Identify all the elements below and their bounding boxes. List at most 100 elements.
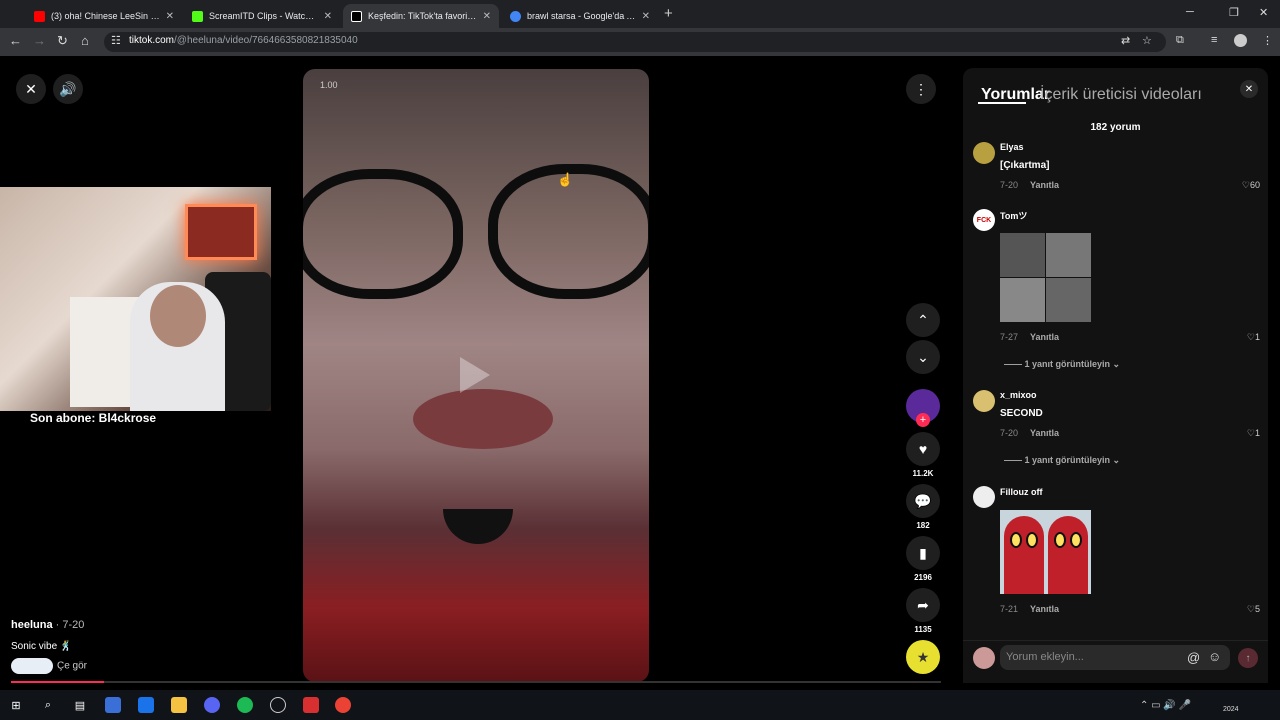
close-tab-icon[interactable]: ✕ bbox=[642, 11, 650, 22]
comment-sticker-image[interactable] bbox=[1000, 510, 1091, 594]
author-name[interactable]: heeluna bbox=[11, 619, 53, 631]
next-video-button[interactable]: ⌄ bbox=[906, 340, 940, 374]
close-tab-icon[interactable]: ✕ bbox=[166, 11, 174, 22]
comment-like-count: 5 bbox=[1254, 604, 1260, 614]
reply-button[interactable]: Yanıtla bbox=[1030, 332, 1059, 342]
comment-sticker-image[interactable] bbox=[1000, 233, 1091, 322]
commenter-avatar[interactable]: FCK bbox=[973, 209, 995, 231]
volume-button[interactable]: 🔊 bbox=[53, 74, 83, 104]
url-host: tiktok.com bbox=[129, 35, 175, 46]
discord-icon[interactable] bbox=[204, 697, 220, 713]
browser-tab-bar: (3) oha! Chinese LeeSin Vs. Tur ✕ Scream… bbox=[0, 0, 1280, 28]
save-button[interactable]: ▮ bbox=[906, 536, 940, 570]
streaming-app-icon[interactable] bbox=[303, 697, 319, 713]
tab-creator-videos[interactable]: İçerik üreticisi videoları bbox=[1040, 86, 1202, 104]
comment-icon: 💬 bbox=[914, 492, 932, 509]
new-tab-icon[interactable]: + bbox=[664, 5, 673, 22]
share-count: 1135 bbox=[914, 625, 932, 634]
comment-like[interactable]: ♡60 bbox=[1236, 180, 1260, 191]
mention-icon[interactable]: @ bbox=[1187, 650, 1200, 665]
replies-label: 1 yanıt görüntüleyin bbox=[1024, 359, 1111, 369]
share-button[interactable]: ➦ bbox=[906, 588, 940, 622]
translate-icon[interactable]: ⇄ bbox=[1121, 34, 1130, 47]
comment-username[interactable]: Elyas bbox=[1000, 142, 1024, 152]
browser-tab[interactable]: ScreamITD Clips - Watch Live o ✕ bbox=[184, 4, 340, 28]
comment-like[interactable]: ♡5 bbox=[1236, 604, 1260, 615]
webcam-overlay bbox=[0, 187, 271, 411]
steam-icon[interactable] bbox=[270, 697, 286, 713]
sound-disc[interactable]: ★ bbox=[906, 640, 940, 674]
spotify-icon[interactable] bbox=[237, 697, 253, 713]
heart-outline-icon: ♡ bbox=[1246, 428, 1255, 438]
more-options-button[interactable]: ⋮ bbox=[906, 74, 936, 104]
reload-icon[interactable]: ↻ bbox=[57, 33, 68, 49]
video-author[interactable]: heeluna · 7-20 bbox=[11, 619, 84, 631]
system-tray[interactable]: ⌃ ▭ 🔊 🎤 bbox=[1140, 700, 1191, 711]
comment-like[interactable]: ♡1 bbox=[1236, 428, 1260, 439]
app-icon[interactable] bbox=[105, 697, 121, 713]
reply-button[interactable]: Yanıtla bbox=[1030, 604, 1059, 614]
menu-icon[interactable]: ⋮ bbox=[1262, 34, 1273, 47]
browser-tab-active[interactable]: Keşfedin: TikTok'ta favori video ✕ bbox=[343, 4, 499, 28]
back-icon[interactable]: ← bbox=[9, 33, 22, 48]
reply-button[interactable]: Yanıtla bbox=[1030, 428, 1059, 438]
like-button[interactable]: ♥ bbox=[906, 432, 940, 466]
see-more-button[interactable]: Çe gör bbox=[11, 658, 87, 674]
restore-icon[interactable]: ❐ bbox=[1229, 6, 1239, 19]
minimize-icon[interactable]: ─ bbox=[1186, 6, 1194, 18]
commenter-avatar[interactable] bbox=[973, 486, 995, 508]
browser-tab[interactable]: (3) oha! Chinese LeeSin Vs. Tur ✕ bbox=[26, 4, 182, 28]
video-progress-bar[interactable] bbox=[11, 681, 941, 683]
comment-text: SECOND bbox=[1000, 408, 1043, 419]
profile-avatar[interactable] bbox=[1234, 34, 1247, 47]
chevron-down-icon: ⌄ bbox=[1112, 359, 1121, 369]
comment-username[interactable]: x_mixoo bbox=[1000, 390, 1037, 400]
reply-button[interactable]: Yanıtla bbox=[1030, 180, 1059, 190]
task-view-icon[interactable]: ▤ bbox=[72, 697, 88, 713]
video-description: Sonic vibe 🕺 bbox=[11, 641, 73, 652]
site-info-icon[interactable]: ☷ bbox=[111, 34, 121, 47]
comment-username[interactable]: Fillouz off bbox=[1000, 487, 1043, 497]
search-icon[interactable]: ⌕ bbox=[40, 697, 56, 713]
playback-speed-label[interactable]: 1.00 bbox=[320, 80, 338, 90]
send-button[interactable]: ↑ bbox=[1238, 648, 1258, 668]
forward-icon[interactable]: → bbox=[33, 33, 46, 48]
file-explorer-icon[interactable] bbox=[171, 697, 187, 713]
mail-icon[interactable] bbox=[138, 697, 154, 713]
url-path: /@heeluna/video/7664663580821835040 bbox=[174, 35, 358, 46]
heart-icon: ♥ bbox=[918, 441, 928, 457]
mask-eye bbox=[1026, 532, 1038, 548]
comment-username[interactable]: Tomツ bbox=[1000, 209, 1027, 222]
tab-title: Keşfedin: TikTok'ta favori video bbox=[368, 11, 477, 21]
play-icon[interactable] bbox=[460, 357, 490, 393]
emoji-icon[interactable]: ☺ bbox=[1208, 649, 1221, 664]
previous-video-button[interactable]: ⌃ bbox=[906, 303, 940, 337]
comment-like-count: 60 bbox=[1249, 180, 1260, 190]
avatar-text: FCK bbox=[976, 216, 992, 224]
home-icon[interactable]: ⌂ bbox=[81, 33, 89, 48]
close-panel-button[interactable]: ✕ bbox=[1240, 80, 1258, 98]
windows-start-icon[interactable]: ⊞ bbox=[8, 697, 24, 713]
media-icon[interactable]: ≡ bbox=[1211, 34, 1217, 46]
active-tab-indicator bbox=[978, 102, 1026, 104]
view-replies-button[interactable]: —— 1 yanıt görüntüleyin ⌄ bbox=[1004, 455, 1120, 466]
bookmark-star-icon[interactable]: ☆ bbox=[1142, 34, 1152, 47]
browser-tab[interactable]: brawl starsa - Google'da Ara ✕ bbox=[502, 4, 658, 28]
chevron-down-icon: ⌄ bbox=[1112, 455, 1121, 465]
close-window-icon[interactable]: ✕ bbox=[1259, 6, 1268, 19]
commenter-avatar[interactable] bbox=[973, 142, 995, 164]
follow-plus-icon[interactable]: + bbox=[916, 413, 930, 427]
chrome-icon[interactable] bbox=[335, 697, 351, 713]
url-text[interactable]: tiktok.com/@heeluna/video/76646635808218… bbox=[129, 35, 358, 46]
close-tab-icon[interactable]: ✕ bbox=[324, 11, 332, 22]
commenter-avatar[interactable] bbox=[973, 390, 995, 412]
close-video-button[interactable]: ✕ bbox=[16, 74, 46, 104]
chevron-down-icon: ⌄ bbox=[917, 348, 929, 365]
view-replies-button[interactable]: —— 1 yanıt görüntüleyin ⌄ bbox=[1004, 359, 1120, 370]
comment-like[interactable]: ♡1 bbox=[1236, 332, 1260, 343]
heart-outline-icon: ♡ bbox=[1246, 604, 1255, 614]
photo-cell bbox=[1000, 278, 1045, 322]
close-tab-icon[interactable]: ✕ bbox=[483, 11, 491, 22]
extensions-icon[interactable]: ⧉ bbox=[1176, 34, 1184, 47]
comment-button[interactable]: 💬 bbox=[906, 484, 940, 518]
